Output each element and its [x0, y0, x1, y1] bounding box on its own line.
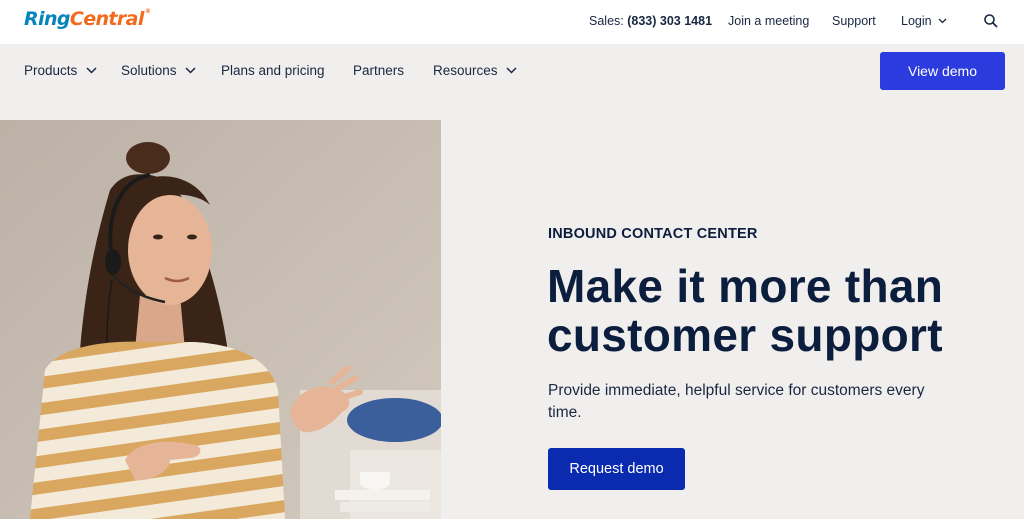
sales-phone-number: (833) 303 1481 [627, 14, 713, 28]
sales-label: Sales: [589, 14, 624, 28]
logo-registered-mark: ® [144, 8, 151, 15]
hero-headline: Make it more than customer support [547, 260, 944, 361]
support-link[interactable]: Support [832, 14, 876, 28]
view-demo-button[interactable]: View demo [880, 52, 1005, 90]
hero-image [0, 120, 441, 519]
nav-item-label: Resources [433, 63, 498, 78]
hero-subtext: Provide immediate, helpful service for c… [548, 382, 925, 421]
sales-phone-link[interactable]: Sales: (833) 303 1481 [589, 14, 712, 28]
request-demo-button[interactable]: Request demo [548, 448, 685, 490]
chevron-down-icon [185, 67, 196, 74]
nav-item-resources[interactable]: Resources [433, 63, 517, 78]
ringcentral-logo[interactable]: RingCentral® [24, 8, 151, 30]
chevron-down-icon [86, 67, 97, 74]
hero-eyebrow: INBOUND CONTACT CENTER [548, 226, 758, 242]
top-bar: RingCentral® Sales: (833) 303 1481 Join … [0, 0, 1024, 44]
search-icon[interactable] [983, 13, 999, 29]
login-label: Login [901, 14, 932, 28]
logo-ring-text: Ring [24, 8, 70, 30]
nav-item-label: Plans and pricing [221, 63, 325, 78]
nav-item-products[interactable]: Products [24, 63, 97, 78]
logo-central-text: Central [69, 8, 145, 30]
main-nav: Products Solutions Plans and pricing Par… [0, 44, 1024, 96]
chevron-down-icon [938, 18, 947, 24]
login-dropdown[interactable]: Login [901, 14, 947, 28]
nav-item-partners[interactable]: Partners [353, 63, 404, 78]
nav-item-solutions[interactable]: Solutions [121, 63, 196, 78]
nav-item-plans-and-pricing[interactable]: Plans and pricing [221, 63, 325, 78]
nav-item-label: Solutions [121, 63, 177, 78]
agent-with-headset-illustration [0, 120, 441, 519]
nav-item-label: Partners [353, 63, 405, 78]
chevron-down-icon [506, 67, 517, 74]
nav-item-label: Products [24, 63, 78, 78]
join-meeting-link[interactable]: Join a meeting [728, 14, 809, 28]
